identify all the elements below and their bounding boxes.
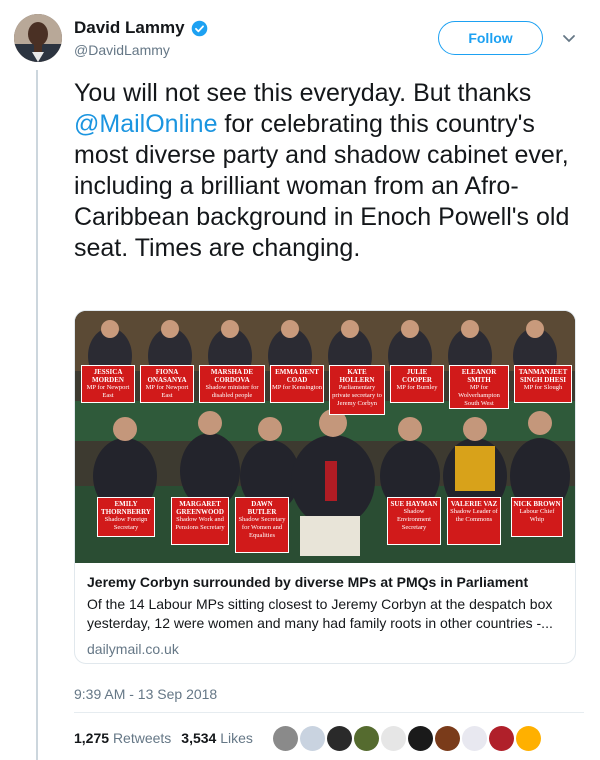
link-card[interactable]: Jessica Morden MP for Newport East Fiona… — [74, 310, 576, 664]
plaque-name: Dawn Butler — [247, 500, 277, 516]
avatar[interactable] — [14, 14, 62, 62]
plaque-name: Tanmanjeet Singh Dhesi — [518, 368, 568, 384]
plaque: Fiona Onasanya MP for Newport East — [140, 365, 194, 403]
plaque-role: Parliamentary private secretary to Jerem… — [332, 384, 382, 407]
divider — [74, 712, 584, 713]
tweet-text-start: You will not see this everyday. But than… — [74, 79, 532, 107]
liker-avatar[interactable] — [408, 726, 433, 751]
card-body[interactable]: Jeremy Corbyn surrounded by diverse MPs … — [87, 573, 565, 657]
retweets-label: Retweets — [112, 730, 172, 746]
mention-link[interactable]: @MailOnline — [74, 110, 217, 138]
likes-count: 3,534 — [181, 730, 217, 746]
card-domain: dailymail.co.uk — [87, 641, 179, 657]
plaque-name: Julie Cooper — [402, 368, 432, 384]
plaque-role: MP for Slough — [523, 384, 563, 391]
likes-label: Likes — [220, 730, 253, 746]
tweet-text: You will not see this everyday. But than… — [74, 78, 584, 264]
plaque: Tanmanjeet Singh Dhesi MP for Slough — [514, 365, 572, 403]
plaque-name: Valerie Vaz — [450, 500, 498, 508]
liker-avatar[interactable] — [435, 726, 460, 751]
liker-avatar[interactable] — [300, 726, 325, 751]
plaque: Nick Brown Labour Chief Whip — [511, 497, 563, 537]
liker-avatar[interactable] — [273, 726, 298, 751]
plaque-role: MP for Kensington — [272, 384, 322, 391]
liker-avatar[interactable] — [462, 726, 487, 751]
plaque: Kate Hollern Parliamentary private secre… — [329, 365, 385, 415]
plaque-role: Shadow Environment Secretary — [397, 508, 431, 531]
card-image[interactable]: Jessica Morden MP for Newport East Fiona… — [75, 311, 575, 563]
card-title[interactable]: Jeremy Corbyn surrounded by diverse MPs … — [87, 573, 565, 591]
plaque: Julie Cooper MP for Burnley — [390, 365, 444, 403]
plaque-role: Shadow Secretary for Women and Equalitie… — [238, 516, 286, 539]
handle[interactable]: @DavidLammy — [74, 42, 208, 58]
retweets-count: 1,275 — [74, 730, 110, 746]
plaque-name: Emma Dent Coad — [275, 368, 319, 384]
retweets-stat[interactable]: 1,275 Retweets — [74, 730, 171, 746]
plaque: Dawn Butler Shadow Secretary for Women a… — [235, 497, 289, 553]
plaque: Marsha de Cordova Shadow minister for di… — [199, 365, 265, 403]
plaque-name: Emily Thornberry — [101, 500, 151, 516]
liker-avatar[interactable] — [516, 726, 541, 751]
liker-avatar[interactable] — [489, 726, 514, 751]
plaque-name: Kate Hollern — [339, 368, 375, 384]
plaque-role: MP for Newport East — [145, 384, 189, 399]
plaque: Eleanor Smith MP for Wolverhampton South… — [449, 365, 509, 409]
plaque-name: Marsha de Cordova — [210, 368, 254, 384]
liker-avatar[interactable] — [354, 726, 379, 751]
plaque: Emily Thornberry Shadow Foreign Secretar… — [97, 497, 155, 537]
thread-line — [36, 70, 38, 760]
chevron-down-icon[interactable] — [559, 28, 579, 48]
plaque-name: Jessica Morden — [92, 368, 124, 384]
plaque-name: Nick Brown — [513, 500, 561, 508]
avatar-photo-icon — [14, 14, 62, 62]
likes-stat[interactable]: 3,534 Likes — [181, 730, 253, 746]
plaque-role: Shadow Leader of the Commons — [450, 508, 498, 523]
follow-button[interactable]: Follow — [438, 21, 543, 55]
tweet-stats: 1,275 Retweets 3,534 Likes — [74, 730, 253, 746]
plaque: Jessica Morden MP for Newport East — [81, 365, 135, 403]
plaque-role: MP for Newport East — [86, 384, 130, 399]
plaque-role: MP for Burnley — [396, 384, 438, 391]
plaque-name: Eleanor Smith — [461, 368, 497, 384]
plaque-role: Shadow Foreign Secretary — [104, 516, 148, 531]
plaque: Margaret Greenwood Shadow Work and Pensi… — [171, 497, 229, 545]
plaque-name: Margaret Greenwood — [176, 500, 224, 516]
plaque: Valerie Vaz Shadow Leader of the Commons — [447, 497, 501, 545]
plaque: Sue Hayman Shadow Environment Secretary — [387, 497, 441, 545]
liker-avatars — [273, 726, 541, 751]
verified-badge-icon — [191, 20, 208, 37]
plaque-role: Shadow minister for disabled people — [205, 384, 259, 399]
liker-avatar[interactable] — [327, 726, 352, 751]
plaque-role: MP for Wolverhampton South West — [458, 384, 500, 407]
plaque: Emma Dent Coad MP for Kensington — [270, 365, 324, 403]
author-names: David Lammy @DavidLammy — [74, 18, 208, 58]
timestamp[interactable]: 9:39 AM - 13 Sep 2018 — [74, 686, 217, 702]
plaque-role: Labour Chief Whip — [519, 508, 555, 523]
display-name-row[interactable]: David Lammy — [74, 18, 208, 38]
card-description: Of the 14 Labour MPs sitting closest to … — [87, 596, 553, 631]
liker-avatar[interactable] — [381, 726, 406, 751]
tweet-header: David Lammy @DavidLammy Follow — [14, 14, 586, 64]
plaque-role: Shadow Work and Pensions Secretary — [175, 516, 225, 531]
plaque-name: Fiona Onasanya — [147, 368, 187, 384]
display-name[interactable]: David Lammy — [74, 18, 185, 38]
plaque-name: Sue Hayman — [390, 500, 438, 508]
